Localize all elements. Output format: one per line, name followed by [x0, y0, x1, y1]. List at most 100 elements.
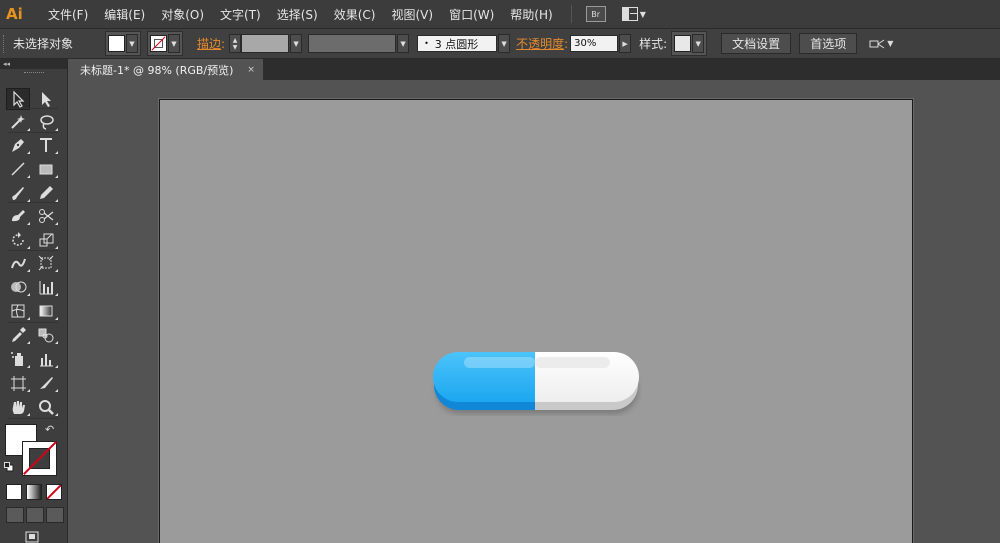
- shape-builder-tool[interactable]: [6, 276, 30, 298]
- brush-dot-icon: •: [424, 39, 429, 48]
- menu-edit[interactable]: 编辑(E): [96, 6, 153, 23]
- stroke-weight-field[interactable]: [241, 34, 290, 53]
- gradient-tool[interactable]: [34, 300, 58, 322]
- swap-fill-stroke-icon[interactable]: ↶: [45, 423, 54, 436]
- opacity-input[interactable]: 30%: [570, 35, 619, 52]
- none-mode-button[interactable]: [46, 484, 62, 500]
- blend-tool[interactable]: [34, 324, 58, 346]
- eyedropper-tool[interactable]: [6, 324, 30, 346]
- warp-tool[interactable]: [6, 252, 30, 274]
- scale-tool[interactable]: [34, 229, 58, 251]
- tools-collapse[interactable]: ◂◂: [0, 59, 67, 69]
- stroke-indicator[interactable]: [22, 441, 57, 476]
- workspace-switcher[interactable]: ▼: [621, 7, 646, 21]
- selection-tool[interactable]: [6, 88, 30, 110]
- tools-grip[interactable]: [0, 69, 67, 77]
- panel-menu-button[interactable]: ▼: [869, 38, 893, 50]
- flyout-indicator: [55, 128, 58, 131]
- rectangle-icon: [39, 164, 53, 175]
- column-graph-tool[interactable]: [34, 348, 58, 370]
- default-fill-stroke-icon[interactable]: [4, 462, 14, 472]
- stroke-weight-spinner[interactable]: ▲ ▼: [229, 34, 242, 53]
- tool-row: [6, 300, 62, 322]
- brush-dropdown[interactable]: ▼: [498, 34, 511, 53]
- slice-icon: [40, 377, 53, 389]
- rotate-icon: [12, 232, 24, 246]
- flyout-indicator: [55, 341, 58, 344]
- canvas-area[interactable]: [68, 80, 1000, 543]
- stroke-color-picker[interactable]: ▼: [147, 31, 183, 56]
- menu-object[interactable]: 对象(O): [153, 6, 212, 23]
- hand-tool[interactable]: [6, 396, 30, 418]
- chevron-down-icon: ▼: [126, 34, 138, 53]
- artboard[interactable]: [159, 99, 913, 543]
- color-mode-button[interactable]: [6, 484, 22, 500]
- pill-blue-highlight: [464, 357, 535, 368]
- scissors-tool[interactable]: [34, 205, 58, 227]
- draw-behind-button[interactable]: [26, 507, 44, 523]
- mesh-tool[interactable]: [6, 300, 30, 322]
- flyout-indicator: [27, 175, 30, 178]
- draw-inside-button[interactable]: [46, 507, 64, 523]
- graphic-style-picker[interactable]: ▼: [671, 31, 708, 56]
- stroke-label[interactable]: 描边: [197, 35, 221, 52]
- panel-grip[interactable]: [3, 34, 7, 53]
- fill-swatch: [108, 35, 125, 52]
- lasso-tool[interactable]: [34, 111, 58, 133]
- preferences-button[interactable]: 首选项: [799, 33, 858, 54]
- tools-separator: [8, 132, 58, 133]
- stroke-weight-dropdown[interactable]: ▼: [290, 34, 303, 53]
- document-setup-button[interactable]: 文档设置: [721, 33, 792, 54]
- selection-icon: [13, 90, 25, 108]
- flyout-indicator: [55, 222, 58, 225]
- capsule-pill-artwork[interactable]: [430, 350, 642, 416]
- tool-row: [6, 252, 62, 274]
- document-tab[interactable]: 未标题-1* @ 98% (RGB/预览) ×: [68, 59, 263, 80]
- menu-window[interactable]: 窗口(W): [441, 6, 502, 23]
- paintbrush-tool[interactable]: [6, 182, 30, 204]
- rotate-tool[interactable]: [6, 229, 30, 251]
- artboard-icon: [11, 376, 26, 391]
- blob-brush-tool[interactable]: [6, 205, 30, 227]
- graph-tool[interactable]: [34, 276, 58, 298]
- screen-mode-icon[interactable]: [24, 531, 40, 543]
- fill-color-picker[interactable]: ▼: [105, 31, 141, 56]
- pencil-tool[interactable]: [34, 182, 58, 204]
- type-tool[interactable]: [34, 134, 58, 156]
- free-transform-tool[interactable]: [34, 252, 58, 274]
- draw-normal-button[interactable]: [6, 507, 24, 523]
- menu-effect[interactable]: 效果(C): [326, 6, 384, 23]
- pen-tool[interactable]: [6, 134, 30, 156]
- flyout-indicator: [27, 151, 30, 154]
- opacity-dropdown[interactable]: ▶: [619, 34, 632, 53]
- spinner-down-icon: ▼: [232, 43, 238, 51]
- variable-width-field[interactable]: [308, 34, 397, 53]
- variable-width-dropdown[interactable]: ▼: [397, 34, 410, 53]
- brush-definition-field[interactable]: • 3 点圆形: [417, 35, 498, 52]
- symbol-sprayer-tool[interactable]: [6, 348, 30, 370]
- tool-row: [6, 88, 62, 110]
- opacity-label[interactable]: 不透明度: [516, 35, 564, 52]
- menu-select[interactable]: 选择(S): [269, 6, 326, 23]
- menu-type[interactable]: 文字(T): [212, 6, 269, 23]
- style-label: 样式:: [639, 37, 668, 51]
- artboard-tool[interactable]: [6, 372, 30, 394]
- flyout-indicator: [27, 341, 30, 344]
- bridge-button[interactable]: Br: [585, 6, 606, 22]
- zoom-tool[interactable]: [34, 396, 58, 418]
- menu-file[interactable]: 文件(F): [40, 6, 96, 23]
- magic-wand-tool[interactable]: [6, 111, 30, 133]
- pill-white-highlight: [535, 357, 610, 368]
- tool-row: [6, 348, 62, 370]
- slice-tool[interactable]: [34, 372, 58, 394]
- flyout-indicator: [27, 246, 30, 249]
- symbol-sprayer-icon: [11, 352, 23, 366]
- menu-help[interactable]: 帮助(H): [502, 6, 560, 23]
- direct-selection-tool[interactable]: [34, 88, 58, 110]
- tools-separator: [8, 202, 58, 203]
- gradient-mode-button[interactable]: [26, 484, 42, 500]
- line-tool[interactable]: [6, 158, 30, 180]
- close-icon[interactable]: ×: [247, 65, 255, 75]
- rectangle-tool[interactable]: [34, 158, 58, 180]
- menu-view[interactable]: 视图(V): [383, 6, 441, 23]
